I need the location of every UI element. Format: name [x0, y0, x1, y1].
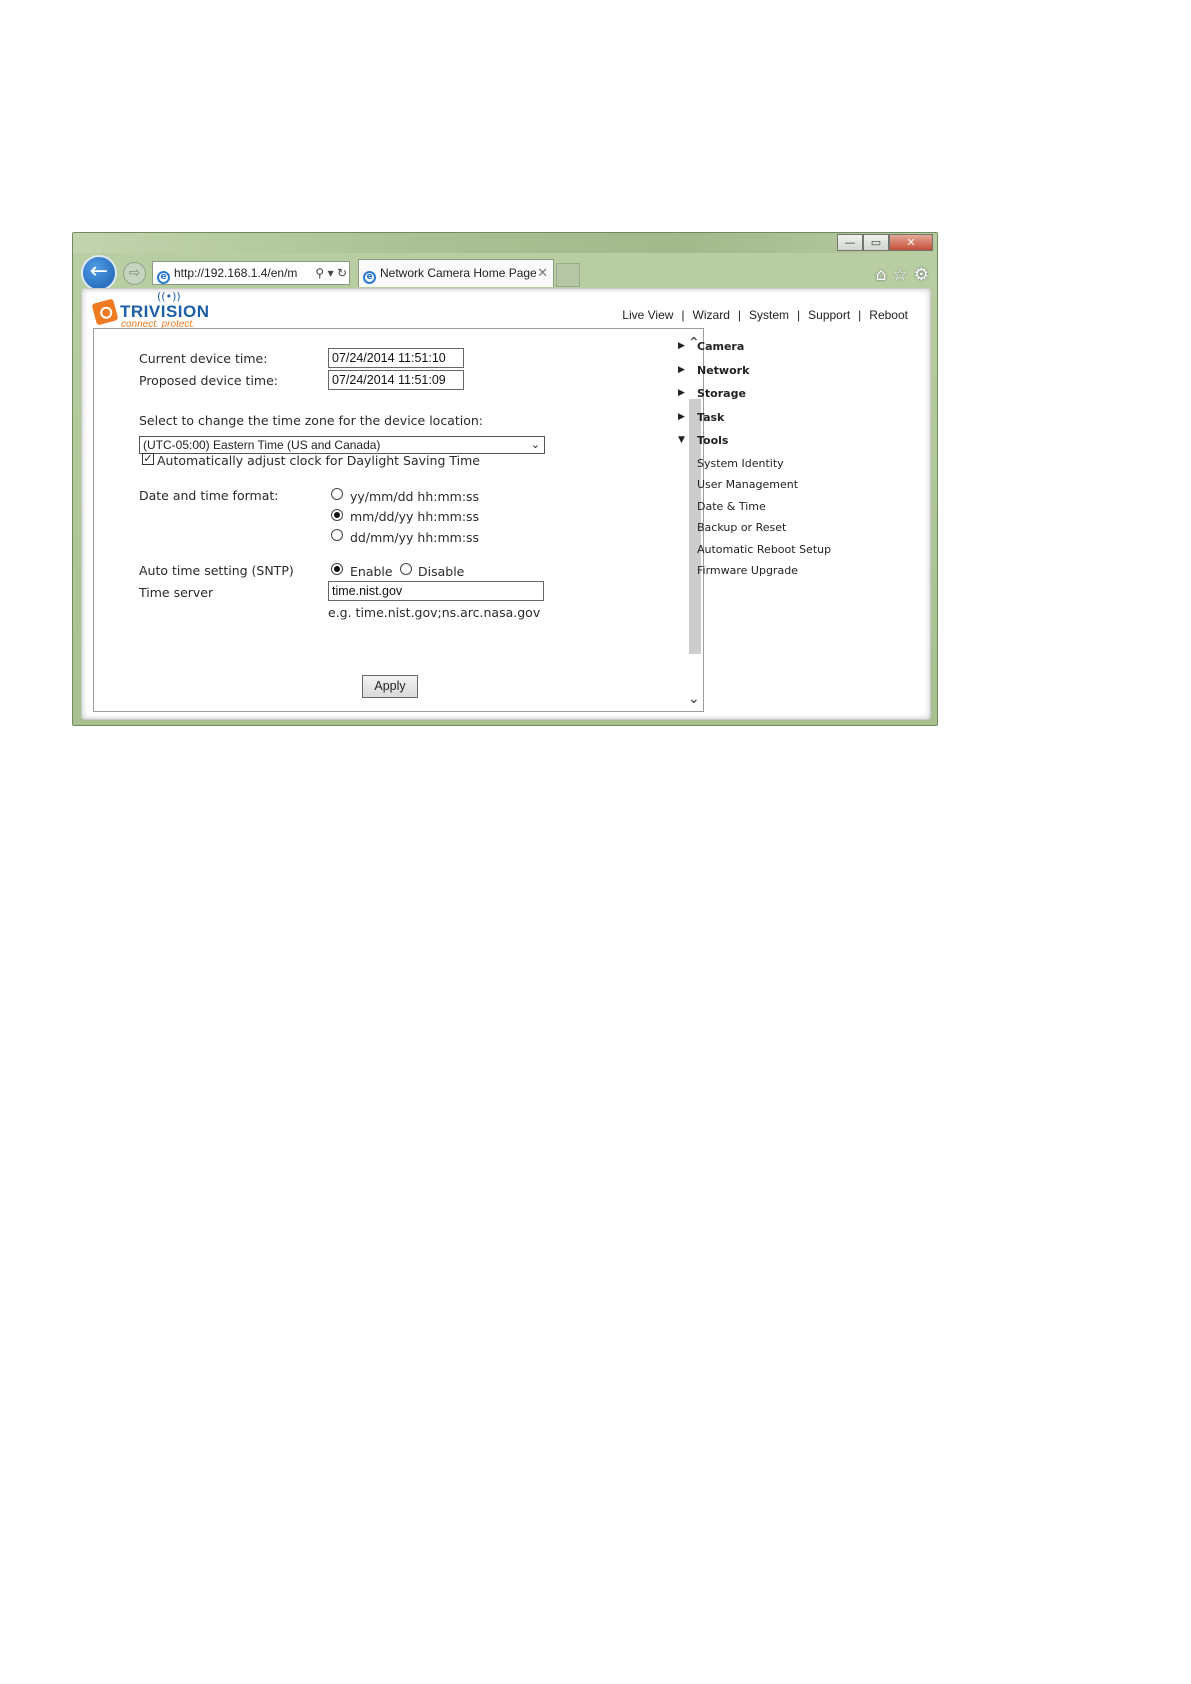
nav-wizard[interactable]: Wizard	[693, 308, 730, 322]
caret-right-icon: ▶	[678, 388, 685, 398]
sidebar-item-task[interactable]: ▶ Task	[676, 406, 916, 430]
sidebar-item-network[interactable]: ▶ Network	[676, 359, 916, 383]
title-bar: — ▭ ✕	[73, 233, 937, 253]
refresh-icon[interactable]: ↻	[337, 266, 347, 280]
format-label: Date and time format:	[139, 488, 279, 503]
sntp-enable-radio[interactable]	[331, 563, 343, 575]
caret-right-icon: ▶	[678, 341, 685, 351]
sidebar-item-label: Tools	[697, 434, 729, 447]
current-time-label: Current device time:	[139, 351, 268, 366]
sidebar-item-label: Storage	[697, 387, 746, 400]
timezone-value: (UTC-05:00) Eastern Time (US and Canada)	[143, 438, 381, 452]
sidebar-subitem-user-management[interactable]: User Management	[676, 474, 916, 496]
format-option-yymmdd: yy/mm/dd hh:mm:ss	[350, 489, 480, 504]
favorites-star-icon[interactable]: ☆	[893, 265, 908, 285]
logo-mark	[91, 298, 119, 326]
close-button[interactable]: ✕	[889, 234, 933, 251]
new-tab-button[interactable]	[556, 263, 580, 287]
nav-live-view[interactable]: Live View	[622, 308, 673, 322]
timezone-select[interactable]: (UTC-05:00) Eastern Time (US and Canada)…	[139, 436, 545, 454]
settings-gear-icon[interactable]: ⚙	[914, 265, 929, 285]
sidebar-subitem-firmware-upgrade[interactable]: Firmware Upgrade	[676, 560, 916, 582]
minimize-button[interactable]: —	[837, 234, 863, 251]
sidebar-item-tools[interactable]: ▼ Tools	[676, 429, 916, 453]
nav-system[interactable]: System	[749, 308, 789, 322]
sidebar-item-camera[interactable]: ▶ Camera	[676, 335, 916, 359]
caret-right-icon: ▶	[678, 364, 685, 375]
sidebar-item-label: Network	[697, 363, 750, 377]
nav-reboot[interactable]: Reboot	[869, 308, 908, 322]
maximize-button[interactable]: ▭	[863, 234, 889, 251]
address-bar[interactable]: e http://192.168.1.4/en/m ⚲ ▾ ↻	[152, 261, 350, 285]
sidebar-subitem-date-time[interactable]: Date & Time	[676, 496, 916, 518]
sidebar-subitem-system-identity[interactable]: System Identity	[676, 453, 916, 475]
browser-icons: ⌂ ☆ ⚙	[876, 265, 929, 285]
tab-network-camera[interactable]: e Network Camera Home Page ✕	[358, 259, 554, 287]
trivision-logo: ((•)) TRIVISION connect. protect.	[91, 290, 222, 330]
date-time-panel: Current device time: 07/24/2014 11:51:10…	[93, 328, 704, 712]
nav-separator: |	[858, 308, 862, 322]
format-radio-mmddyy[interactable]	[331, 509, 343, 521]
dst-label: Automatically adjust clock for Daylight …	[157, 453, 480, 468]
time-server-label: Time server	[139, 585, 214, 600]
sntp-disable-label: Disable	[418, 564, 465, 579]
dropdown-icon[interactable]: ▾	[328, 266, 334, 280]
address-tools: ⚲ ▾ ↻	[313, 262, 347, 284]
format-option-ddmmyy: dd/mm/yy hh:mm:ss	[350, 530, 480, 545]
forward-arrow-icon: ⇨	[128, 265, 141, 281]
browser-window: — ▭ ✕ ← ⇨ e http://192.168.1.4/en/m ⚲ ▾ ↻…	[72, 232, 938, 726]
format-radio-ddmmyy[interactable]	[331, 529, 343, 541]
web-page: ((•)) TRIVISION connect. protect. Live V…	[81, 288, 931, 720]
sidebar-item-label: Camera	[697, 340, 745, 353]
nav-separator: |	[797, 308, 801, 322]
caret-down-icon: ▼	[678, 435, 685, 445]
tab-title: Network Camera Home Page	[380, 266, 537, 280]
nav-separator: |	[737, 308, 741, 322]
back-button[interactable]: ←	[81, 255, 117, 291]
format-radio-yymmdd[interactable]	[331, 488, 343, 500]
ie-icon: e	[157, 271, 170, 284]
caret-right-icon: ▶	[678, 411, 685, 422]
time-server-input[interactable]: time.nist.gov	[328, 581, 544, 601]
dst-checkbox[interactable]: ✓	[142, 453, 154, 465]
chevron-down-icon: ⌄	[530, 439, 540, 451]
address-text: http://192.168.1.4/en/m	[174, 266, 298, 280]
sntp-enable-label: Enable	[350, 564, 393, 579]
top-navigation: Live View | Wizard | System | Support | Rebo…	[622, 308, 908, 322]
side-menu: ▶ Camera ▶ Network ▶ Storage ▶ Task ▼ Tools S…	[676, 335, 916, 582]
sntp-label: Auto time setting (SNTP)	[139, 563, 294, 578]
nav-separator: |	[681, 308, 685, 322]
apply-button[interactable]: Apply	[362, 675, 418, 698]
sidebar-subitem-backup-reset[interactable]: Backup or Reset	[676, 517, 916, 539]
forward-button[interactable]: ⇨	[123, 262, 146, 285]
back-arrow-icon: ←	[89, 259, 109, 284]
tab-close-icon[interactable]: ✕	[537, 260, 548, 286]
proposed-time-label: Proposed device time:	[139, 373, 279, 388]
nav-support[interactable]: Support	[808, 308, 850, 322]
format-option-mmddyy: mm/dd/yy hh:mm:ss	[350, 509, 480, 524]
home-icon[interactable]: ⌂	[876, 265, 887, 285]
browser-toolbar: ← ⇨ e http://192.168.1.4/en/m ⚲ ▾ ↻ e Netw…	[73, 251, 937, 291]
time-server-hint: e.g. time.nist.gov;ns.arc.nasa.gov	[328, 605, 541, 620]
window-controls: — ▭ ✕	[837, 234, 933, 251]
sntp-disable-radio[interactable]	[400, 563, 412, 575]
chevron-down-icon[interactable]: ⌄	[688, 691, 700, 707]
sidebar-item-label: Task	[697, 410, 725, 424]
sidebar-item-storage[interactable]: ▶ Storage	[676, 382, 916, 406]
current-time-field[interactable]: 07/24/2014 11:51:10	[328, 348, 464, 368]
proposed-time-field[interactable]: 07/24/2014 11:51:09	[328, 370, 464, 390]
sidebar-subitem-automatic-reboot[interactable]: Automatic Reboot Setup	[676, 539, 916, 561]
ie-icon: e	[363, 271, 376, 284]
search-icon[interactable]: ⚲	[315, 266, 324, 280]
timezone-label: Select to change the time zone for the d…	[139, 413, 484, 428]
